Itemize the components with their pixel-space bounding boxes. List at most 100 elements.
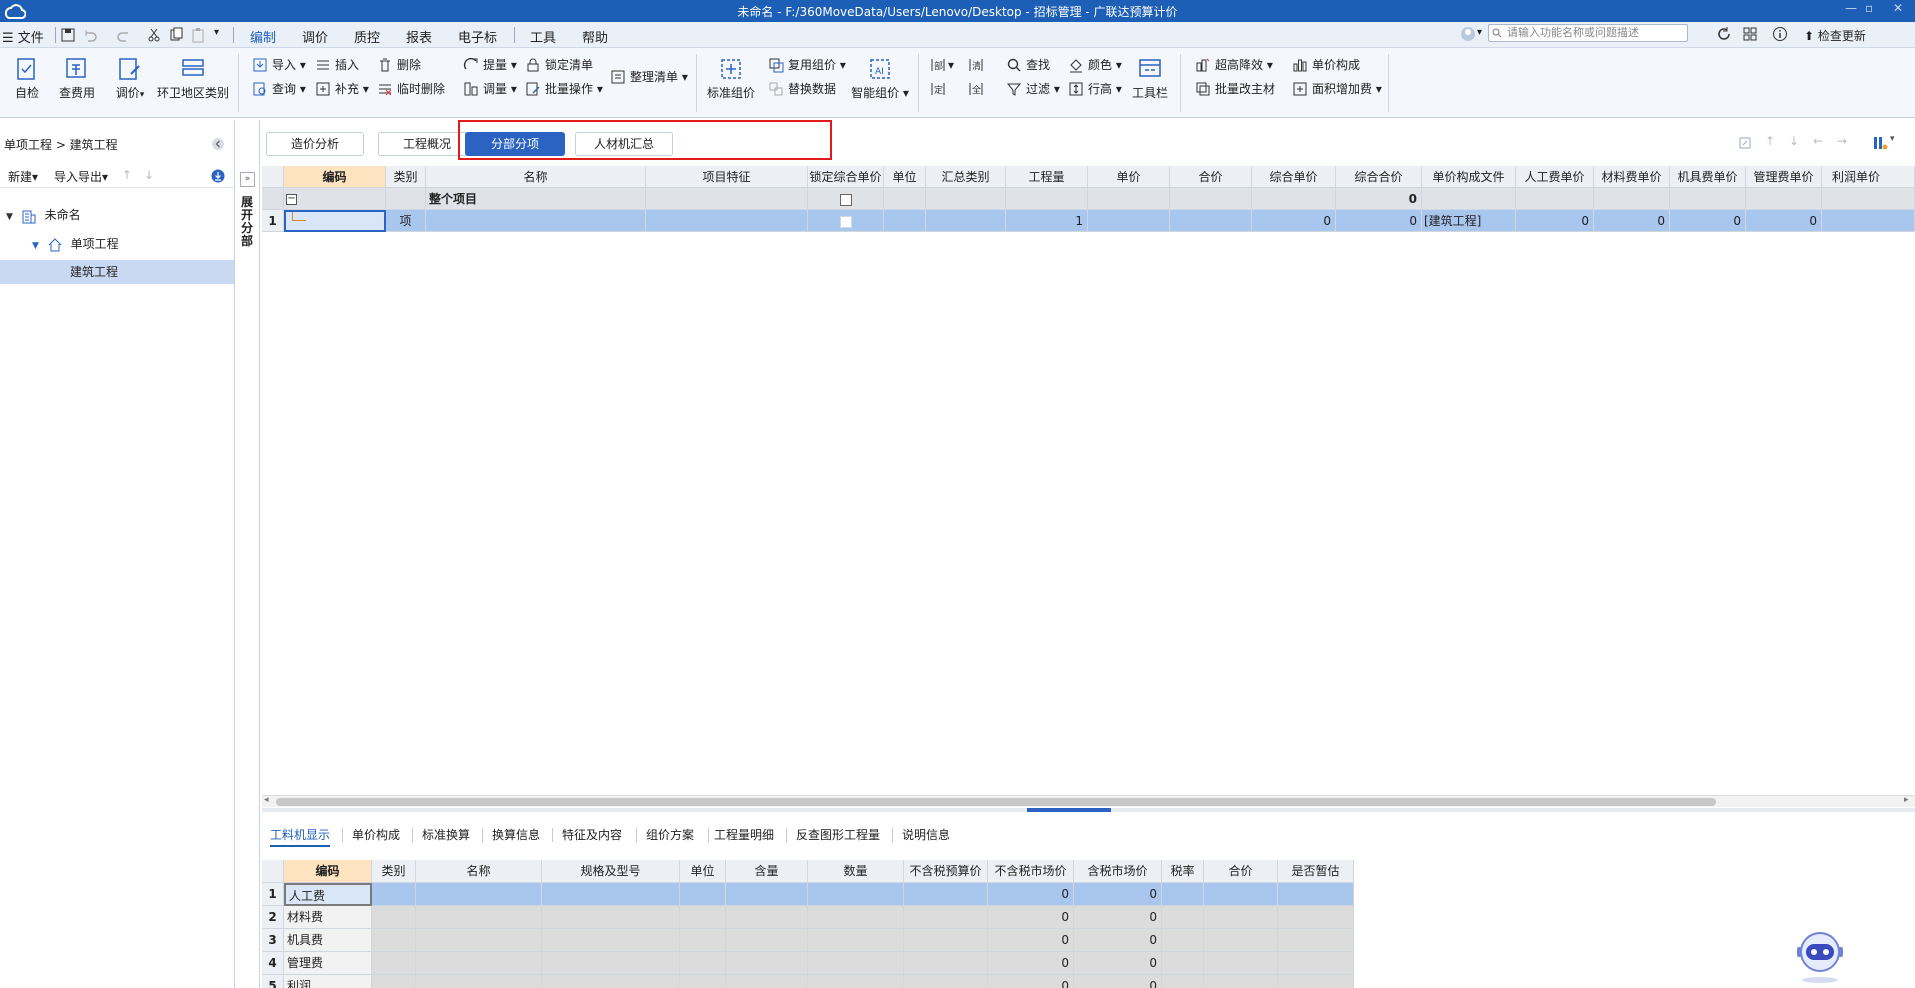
feature-cell[interactable] [646,188,808,210]
column-header[interactable]: 锁定综合单价 [808,166,884,188]
sanitation-region-button[interactable]: 环卫地区类别 [155,56,231,101]
grid-apps-icon[interactable] [1742,26,1758,42]
material-cell[interactable] [904,906,988,929]
scrollbar-thumb[interactable] [276,798,1716,806]
tab-cost-analysis[interactable]: 造价分析 [266,132,364,156]
column-header[interactable]: 工程量 [1006,166,1088,188]
reuse-pricing-button[interactable]: 复用组价 ▾ [768,56,846,74]
machine-cell[interactable] [1670,188,1746,210]
market-price-excl-tax-cell[interactable]: 0 [988,906,1074,929]
move-right-arrow-icon[interactable]: → [1837,134,1847,148]
material-cell[interactable] [416,929,542,952]
material-cell[interactable] [680,952,726,975]
column-header[interactable]: 含税市场价 [1074,860,1162,883]
material-cell[interactable] [808,929,904,952]
file-cell[interactable] [1422,188,1516,210]
material-cell[interactable] [1204,906,1278,929]
smart-pricing-button[interactable]: AI 智能组价 ▾ [850,56,910,101]
assistant-robot-icon[interactable] [1792,930,1848,984]
column-header[interactable]: 合价 [1204,860,1278,883]
material-cell[interactable] [1204,883,1278,906]
material-cell[interactable] [726,883,808,906]
btab-reverse-graphic-quantity[interactable]: 反查图形工程量 [796,826,880,843]
material-cell[interactable] [372,975,416,988]
column-header[interactable]: 税率 [1162,860,1204,883]
insert-button[interactable]: 插入 [315,56,359,74]
material-cell[interactable] [680,883,726,906]
column-header[interactable]: 不含税市场价 [988,860,1074,883]
expand-section-strip[interactable]: » 展开分部 [236,120,260,988]
scroll-left-icon[interactable]: ◂ [264,795,269,805]
column-header[interactable]: 项目特征 [646,166,808,188]
price-cell[interactable] [1088,188,1170,210]
market-price-incl-tax-cell[interactable]: 0 [1074,975,1162,988]
market-price-incl-tax-cell[interactable]: 0 [1074,929,1162,952]
redo-icon[interactable] [116,27,132,43]
refresh-icon[interactable] [1716,26,1732,42]
menu-item-tools[interactable]: 工具 [530,27,556,46]
lock-price-checkbox[interactable] [839,193,852,206]
function-search-input[interactable]: 请输入功能名称或问题描述 [1488,24,1688,42]
material-cell[interactable] [726,952,808,975]
btab-conversion-info[interactable]: 换算信息 [492,826,540,843]
btab-standard-conversion[interactable]: 标准换算 [422,826,470,843]
btab-unit-price-composition[interactable]: 单价构成 [352,826,400,843]
check-update-button[interactable]: ⬆ 检查更新 [1804,27,1866,44]
material-cell[interactable] [1162,952,1204,975]
material-cell[interactable] [904,975,988,988]
column-header[interactable]: 利润单价 [1822,166,1915,188]
download-circle-icon[interactable] [211,169,225,183]
labor-cell[interactable] [1516,188,1594,210]
code-input[interactable] [284,210,386,232]
price-cell[interactable] [1088,210,1170,232]
summary-type-cell[interactable] [926,210,1006,232]
market-price-excl-tax-cell[interactable]: 0 [988,952,1074,975]
maximize-icon[interactable]: ▫ [1865,1,1873,15]
menu-item-report[interactable]: 报表 [406,27,432,46]
market-price-incl-tax-cell[interactable]: 0 [1074,952,1162,975]
column-header[interactable]: 单价 [1088,166,1170,188]
profit-cell[interactable] [1822,188,1915,210]
unit-cell[interactable] [884,210,926,232]
material-cell[interactable] [1162,883,1204,906]
batch-operation-button[interactable]: 批量操作 ▾ [525,80,603,98]
query-button[interactable]: 查询 ▾ [252,80,306,98]
column-header[interactable]: 是否暂估 [1278,860,1354,883]
avatar-dropdown-icon[interactable]: ▾ [1477,27,1482,38]
material-code-cell[interactable]: 利润 [284,975,372,988]
btab-labor-material-display[interactable]: 工料机显示 [270,826,331,847]
extract-quantity-button[interactable]: 提量 ▾ [463,56,517,74]
splitter-grip[interactable] [1027,808,1111,812]
btab-features-content[interactable]: 特征及内容 [562,826,622,843]
minimize-icon[interactable]: — [1845,1,1857,15]
type-cell[interactable] [386,188,426,210]
column-header[interactable]: 综合合价 [1336,166,1422,188]
material-cell[interactable] [1594,188,1670,210]
tree-node-single-project[interactable]: ▼ 单项工程 [32,233,119,255]
material-cell[interactable] [726,929,808,952]
mgmt-cell[interactable] [1746,188,1822,210]
area-increase-fee-button[interactable]: 面积增加费 ▾ [1292,80,1382,98]
material-cell[interactable] [680,929,726,952]
filter-button[interactable]: 过滤 ▾ [1006,80,1060,98]
column-header[interactable]: 类别 [372,860,416,883]
temp-delete-button[interactable]: 临时删除 [377,80,445,98]
material-cell[interactable] [1204,929,1278,952]
replace-data-button[interactable]: 替换数据 [768,80,836,98]
column-header[interactable]: 管理费单价 [1746,166,1822,188]
material-cell[interactable] [1162,975,1204,988]
material-code-cell[interactable]: 材料费 [284,906,372,929]
lock-list-button[interactable]: 锁定清单 [525,56,593,74]
find-button[interactable]: 查找 [1006,56,1050,74]
column-header[interactable]: 单位 [680,860,726,883]
scroll-right-icon[interactable]: ▸ [1904,795,1909,805]
batch-main-material-button[interactable]: 批量改主材 [1195,80,1275,98]
material-cell[interactable] [904,883,988,906]
organize-list-button[interactable]: 整理清单 ▾ [610,68,688,86]
quantity-cell[interactable] [1006,188,1088,210]
material-cell[interactable] [542,883,680,906]
material-cell[interactable] [808,952,904,975]
machine-cell[interactable]: 0 [1670,210,1746,232]
menu-item-help[interactable]: 帮助 [582,27,608,46]
material-cell[interactable] [1162,906,1204,929]
